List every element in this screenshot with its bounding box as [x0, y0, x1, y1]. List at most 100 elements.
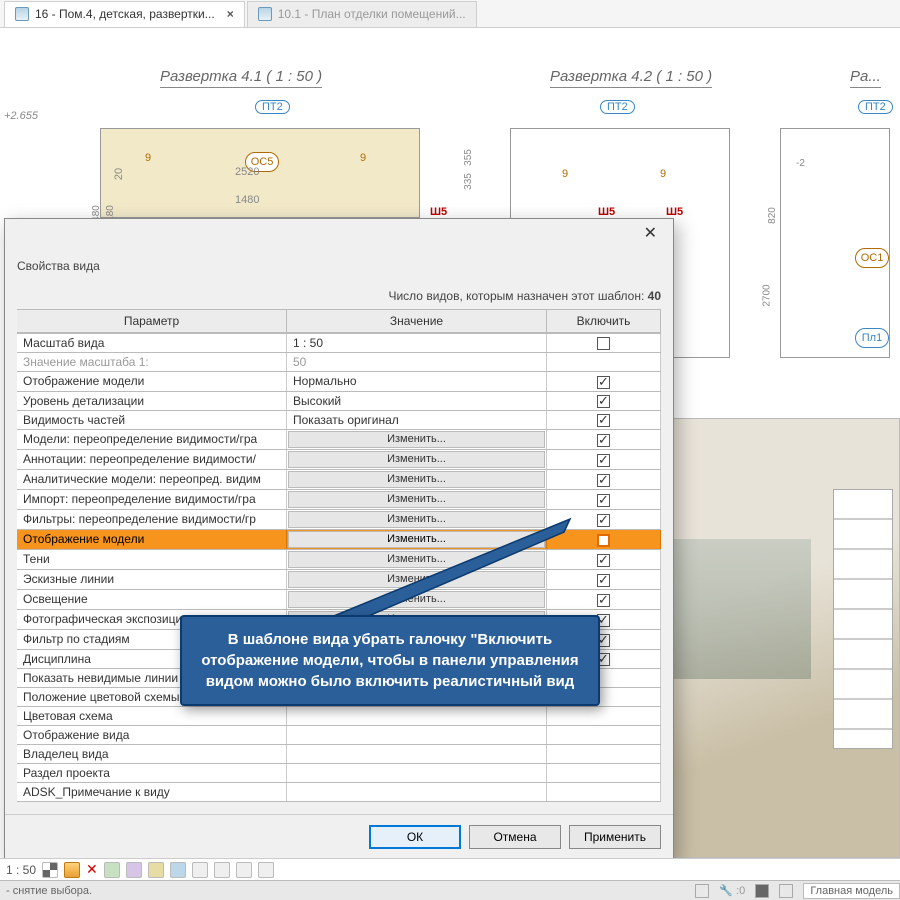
value-cell[interactable]: Изменить...	[287, 570, 547, 589]
value-cell[interactable]: Изменить...	[287, 450, 547, 469]
include-checkbox[interactable]	[597, 434, 610, 447]
status-icon-1[interactable]	[695, 884, 709, 898]
value-cell[interactable]: Изменить...	[287, 510, 547, 529]
apply-button[interactable]: Применить	[569, 825, 661, 849]
table-row[interactable]: Модели: переопределение видимости/граИзм…	[17, 429, 661, 449]
include-cell[interactable]	[547, 764, 661, 782]
workset-field[interactable]: Главная модель	[803, 883, 900, 899]
crop-region-icon[interactable]	[192, 862, 208, 878]
table-row[interactable]: Аналитические модели: переопред. видимИз…	[17, 469, 661, 489]
shadow-icon[interactable]	[126, 862, 142, 878]
value-cell[interactable]	[287, 764, 547, 782]
edit-button[interactable]: Изменить...	[288, 571, 545, 588]
crop-icon[interactable]	[170, 862, 186, 878]
table-row[interactable]: Значение масштаба 1:50	[17, 352, 661, 371]
visual-style-icon[interactable]	[64, 862, 80, 878]
temp-hide-icon[interactable]	[236, 862, 252, 878]
reveal-icon[interactable]	[258, 862, 274, 878]
table-row[interactable]: ТениИзменить...	[17, 549, 661, 569]
value-cell[interactable]: 50	[287, 353, 547, 371]
include-checkbox[interactable]	[597, 514, 610, 527]
tab-close-icon[interactable]: ×	[227, 7, 234, 21]
table-row[interactable]: Аннотации: переопределение видимости/Изм…	[17, 449, 661, 469]
value-cell[interactable]: Изменить...	[287, 550, 547, 569]
include-checkbox[interactable]	[597, 395, 610, 408]
include-checkbox[interactable]	[597, 414, 610, 427]
table-row[interactable]: Отображение вида	[17, 725, 661, 744]
table-row[interactable]: Видимость частейПоказать оригинал	[17, 410, 661, 429]
include-cell[interactable]	[547, 550, 661, 569]
table-row[interactable]: Раздел проекта	[17, 763, 661, 782]
include-cell[interactable]	[547, 726, 661, 744]
include-cell[interactable]	[547, 707, 661, 725]
tab-inactive[interactable]: 10.1 - План отделки помещений...	[247, 1, 477, 27]
value-cell[interactable]	[287, 783, 547, 801]
include-cell[interactable]	[547, 470, 661, 489]
value-cell[interactable]: Изменить...	[287, 530, 547, 549]
include-cell[interactable]	[547, 334, 661, 352]
table-row[interactable]: Эскизные линииИзменить...	[17, 569, 661, 589]
render-icon[interactable]	[148, 862, 164, 878]
table-row[interactable]: Отображение моделиНормально	[17, 371, 661, 390]
detail-level-icon[interactable]	[42, 862, 58, 878]
edit-button[interactable]: Изменить...	[288, 471, 545, 488]
include-cell[interactable]	[547, 783, 661, 801]
table-row[interactable]: Владелец вида	[17, 744, 661, 763]
include-cell[interactable]	[547, 372, 661, 390]
include-checkbox[interactable]	[597, 574, 610, 587]
value-cell[interactable]	[287, 707, 547, 725]
cancel-button[interactable]: Отмена	[469, 825, 561, 849]
include-cell[interactable]	[547, 510, 661, 529]
ok-button[interactable]: ОК	[369, 825, 461, 849]
value-cell[interactable]: 1 : 50	[287, 334, 547, 352]
table-row[interactable]: Фильтры: переопределение видимости/грИзм…	[17, 509, 661, 529]
table-row[interactable]: Уровень детализацииВысокий	[17, 391, 661, 410]
value-cell[interactable]	[287, 726, 547, 744]
include-cell[interactable]	[547, 353, 661, 371]
view-scale[interactable]: 1 : 50	[6, 863, 36, 877]
edit-button[interactable]: Изменить...	[288, 491, 545, 508]
edit-button[interactable]: Изменить...	[288, 511, 545, 528]
close-icon[interactable]: ✕	[636, 221, 665, 245]
include-cell[interactable]	[547, 590, 661, 609]
include-cell[interactable]	[547, 450, 661, 469]
edit-button[interactable]: Изменить...	[288, 551, 545, 568]
close-hidden-icon[interactable]: ✕	[86, 861, 98, 878]
include-cell[interactable]	[547, 745, 661, 763]
include-checkbox[interactable]	[597, 494, 610, 507]
value-cell[interactable]: Изменить...	[287, 430, 547, 449]
value-cell[interactable]	[287, 745, 547, 763]
include-checkbox[interactable]	[597, 554, 610, 567]
include-checkbox[interactable]	[597, 376, 610, 389]
sun-path-icon[interactable]	[104, 862, 120, 878]
value-cell[interactable]: Нормально	[287, 372, 547, 390]
include-checkbox[interactable]	[597, 534, 610, 547]
value-cell[interactable]: Изменить...	[287, 490, 547, 509]
edit-button[interactable]: Изменить...	[288, 451, 545, 468]
table-row[interactable]: Масштаб вида1 : 50	[17, 333, 661, 352]
edit-button[interactable]: Изменить...	[288, 531, 545, 548]
tab-active[interactable]: 16 - Пом.4, детская, развертки... ×	[4, 1, 245, 27]
filter-icon[interactable]	[755, 884, 769, 898]
include-cell[interactable]	[547, 490, 661, 509]
table-row[interactable]: Отображение моделиИзменить...	[17, 529, 661, 549]
include-checkbox[interactable]	[597, 474, 610, 487]
edit-button[interactable]: Изменить...	[288, 591, 545, 608]
value-cell[interactable]: Показать оригинал	[287, 411, 547, 429]
include-checkbox[interactable]	[597, 454, 610, 467]
value-cell[interactable]: Изменить...	[287, 470, 547, 489]
include-checkbox[interactable]	[597, 594, 610, 607]
include-cell[interactable]	[547, 392, 661, 410]
editable-only-icon[interactable]	[779, 884, 793, 898]
lock-icon[interactable]	[214, 862, 230, 878]
table-row[interactable]: ОсвещениеИзменить...	[17, 589, 661, 609]
table-row[interactable]: ADSK_Примечание к виду	[17, 782, 661, 801]
value-cell[interactable]: Изменить...	[287, 590, 547, 609]
table-row[interactable]: Цветовая схема	[17, 706, 661, 725]
table-row[interactable]: Импорт: переопределение видимости/граИзм…	[17, 489, 661, 509]
include-cell[interactable]	[547, 570, 661, 589]
dialog-titlebar[interactable]: ✕	[5, 219, 673, 247]
include-checkbox[interactable]	[597, 337, 610, 350]
value-cell[interactable]: Высокий	[287, 392, 547, 410]
include-cell[interactable]	[547, 411, 661, 429]
